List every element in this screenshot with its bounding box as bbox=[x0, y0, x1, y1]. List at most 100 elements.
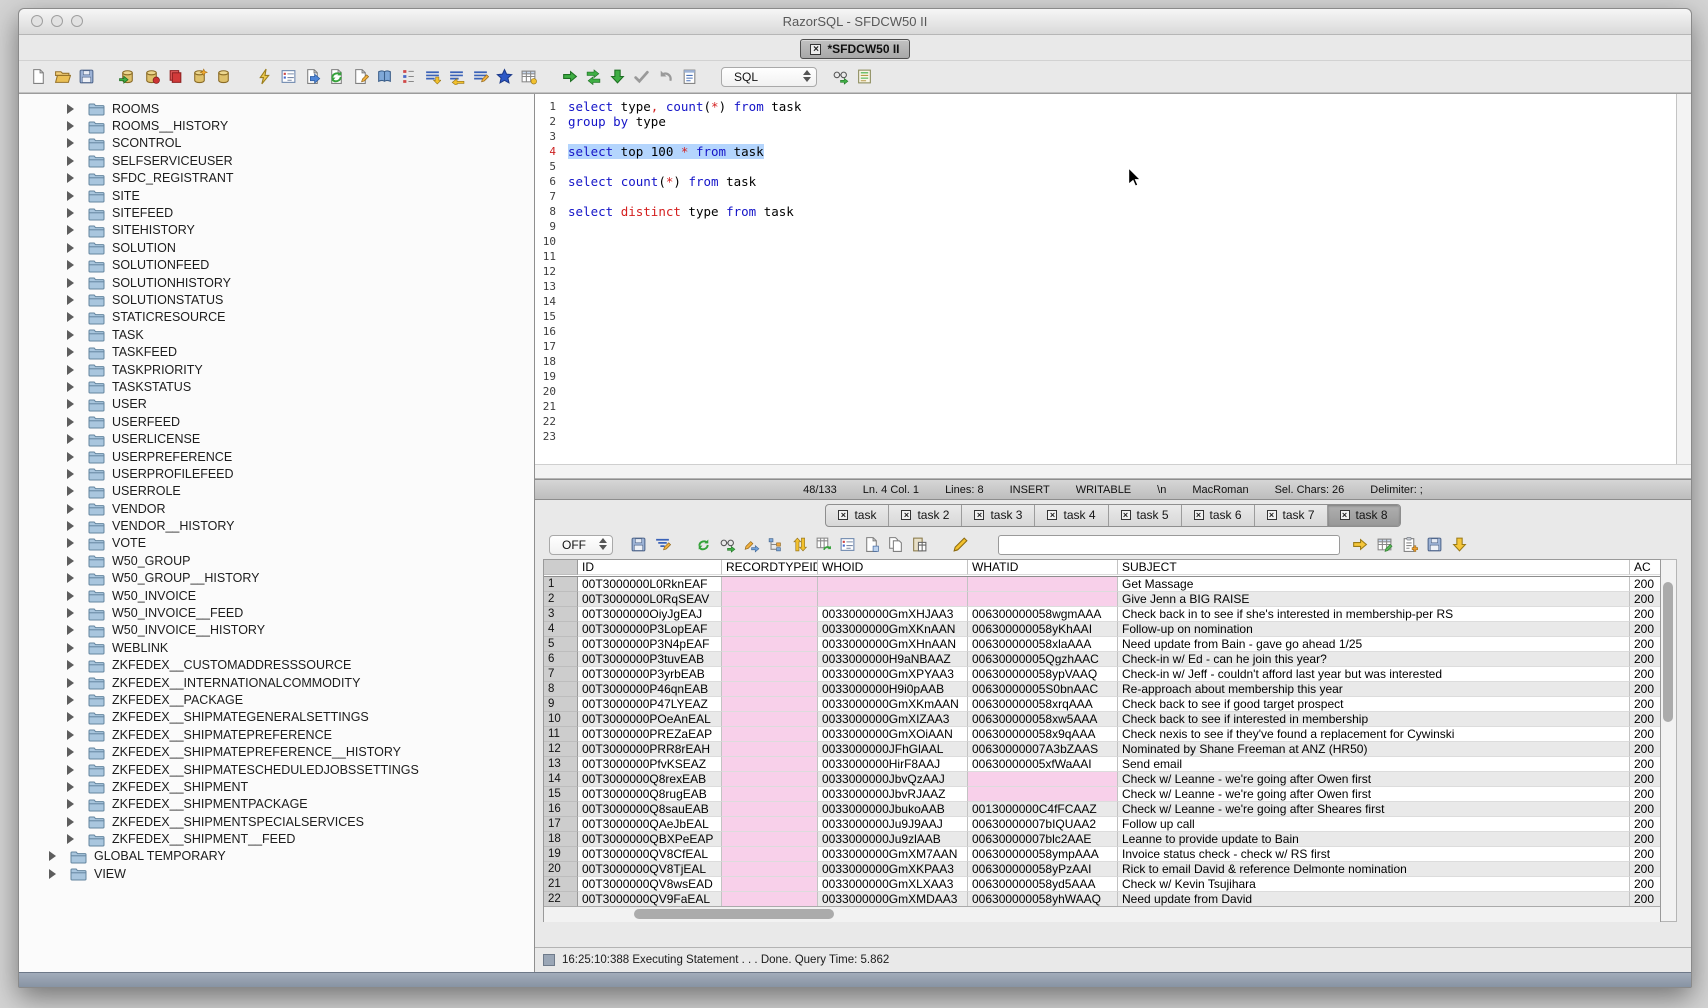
sync-arrows-icon[interactable] bbox=[584, 67, 603, 86]
table-cell[interactable] bbox=[722, 592, 818, 607]
table-cell[interactable]: 00T3000000Q8rexEAB bbox=[578, 772, 722, 787]
disclosure-triangle-icon[interactable] bbox=[67, 295, 81, 305]
table-cell[interactable]: 00T3000000PREZaEAP bbox=[578, 727, 722, 742]
table-cell[interactable]: 200 bbox=[1630, 712, 1660, 727]
undo-icon[interactable] bbox=[656, 67, 675, 86]
table-cell[interactable]: Check back to see if interested in membe… bbox=[1118, 712, 1630, 727]
column-header-subject[interactable]: SUBJECT bbox=[1118, 560, 1630, 575]
table-cell[interactable]: 200 bbox=[1630, 772, 1660, 787]
table-cell[interactable]: Check nexis to see if they've found a re… bbox=[1118, 727, 1630, 742]
disclosure-triangle-icon[interactable] bbox=[67, 138, 81, 148]
table-cell[interactable]: 0033000000GmXKmAAN bbox=[818, 697, 968, 712]
table-cell[interactable]: 200 bbox=[1630, 787, 1660, 802]
table-cell[interactable]: 006300000058yKhAAI bbox=[968, 622, 1118, 637]
go-forward-icon[interactable] bbox=[560, 67, 579, 86]
download-icon[interactable] bbox=[608, 67, 627, 86]
import-left-icon[interactable] bbox=[447, 67, 466, 86]
sql-mode-select[interactable]: SQL bbox=[721, 67, 817, 87]
table-cell[interactable]: 00T3000000POeAnEAL bbox=[578, 712, 722, 727]
close-window-icon[interactable] bbox=[31, 15, 43, 27]
table-cell[interactable] bbox=[722, 637, 818, 652]
table-cell[interactable]: 0033000000JFhGlAAL bbox=[818, 742, 968, 757]
table-cell[interactable]: Nominated by Shane Freeman at ANZ (HR50) bbox=[1118, 742, 1630, 757]
table-cell[interactable]: Need update from Bain - gave go ahead 1/… bbox=[1118, 637, 1630, 652]
table-cell[interactable] bbox=[722, 847, 818, 862]
table-cell[interactable] bbox=[722, 817, 818, 832]
connect-icon[interactable] bbox=[118, 67, 137, 86]
minimize-window-icon[interactable] bbox=[51, 15, 63, 27]
table-cell[interactable]: 00630000007blc2AAE bbox=[968, 832, 1118, 847]
table-cell[interactable]: Re-approach about membership this year bbox=[1118, 682, 1630, 697]
table-cell[interactable]: 0033000000GmXLXAA3 bbox=[818, 877, 968, 892]
table-cell[interactable]: 0033000000GmXKPAA3 bbox=[818, 862, 968, 877]
tab-close-icon[interactable]: × bbox=[838, 510, 848, 520]
table-cell[interactable]: Check w/ Leanne - we're going after Shea… bbox=[1118, 802, 1630, 817]
table-cell[interactable]: Follow-up on nomination bbox=[1118, 622, 1630, 637]
disclosure-triangle-icon[interactable] bbox=[67, 156, 81, 166]
download-arrow-icon[interactable] bbox=[1450, 535, 1469, 554]
table-cell[interactable]: 00T3000000QV8CfEAL bbox=[578, 847, 722, 862]
table-cell[interactable]: 200 bbox=[1630, 727, 1660, 742]
tree-item-user[interactable]: USER bbox=[19, 396, 534, 413]
table-cell[interactable] bbox=[722, 652, 818, 667]
disclosure-triangle-icon[interactable] bbox=[67, 225, 81, 235]
tree-item-userpreference[interactable]: USERPREFERENCE bbox=[19, 448, 534, 465]
code-line[interactable] bbox=[568, 354, 1691, 369]
code-line[interactable] bbox=[568, 414, 1691, 429]
column-header-ac[interactable]: AC bbox=[1630, 560, 1660, 575]
list-results-icon[interactable] bbox=[399, 67, 418, 86]
result-tab-task-6[interactable]: ×task 6 bbox=[1182, 505, 1255, 526]
tree-item-zkfedex-internationalcommodity[interactable]: ZKFEDEX__INTERNATIONALCOMMODITY bbox=[19, 674, 534, 691]
disclosure-triangle-icon[interactable] bbox=[67, 747, 81, 757]
table-cell[interactable]: 200 bbox=[1630, 802, 1660, 817]
table-cell[interactable] bbox=[722, 892, 818, 906]
table-cell[interactable]: 00T3000000QAeJbEAL bbox=[578, 817, 722, 832]
table-cell[interactable] bbox=[722, 862, 818, 877]
disclosure-triangle-icon[interactable] bbox=[67, 765, 81, 775]
table-cell[interactable]: 006300000058yd5AAA bbox=[968, 877, 1118, 892]
table-cell[interactable]: 200 bbox=[1630, 577, 1660, 592]
code-line[interactable] bbox=[568, 369, 1691, 384]
disclosure-triangle-icon[interactable] bbox=[67, 538, 81, 548]
table-cell[interactable]: Give Jenn a BIG RAISE bbox=[1118, 592, 1630, 607]
table-row[interactable]: 900T3000000P47LYEAZ0033000000GmXKmAAN006… bbox=[544, 697, 1660, 712]
tree-item-zkfedex-shipmatescheduledjobssettings[interactable]: ZKFEDEX__SHIPMATESCHEDULEDJOBSSETTINGS bbox=[19, 761, 534, 778]
preview-glasses-icon[interactable] bbox=[831, 67, 850, 86]
disclosure-triangle-icon[interactable] bbox=[67, 730, 81, 740]
table-cell[interactable]: 200 bbox=[1630, 817, 1660, 832]
code-line[interactable] bbox=[568, 339, 1691, 354]
disclosure-triangle-icon[interactable] bbox=[67, 260, 81, 270]
edit-arrow-icon[interactable] bbox=[742, 535, 761, 554]
form-view-icon[interactable] bbox=[838, 535, 857, 554]
results-search-input[interactable] bbox=[998, 535, 1340, 555]
table-cell[interactable]: Check-in w/ Jeff - couldn't afford last … bbox=[1118, 667, 1630, 682]
tree-item-solutionstatus[interactable]: SOLUTIONSTATUS bbox=[19, 291, 534, 308]
table-cell[interactable]: 006300000058yhWAAQ bbox=[968, 892, 1118, 906]
disclosure-triangle-icon[interactable] bbox=[67, 695, 81, 705]
sql-editor[interactable]: 1234567891011121314151617181920212223 se… bbox=[535, 94, 1691, 464]
table-cell[interactable]: 00T3000000P3tuvEAB bbox=[578, 652, 722, 667]
code-line[interactable]: select type, count(*) from task bbox=[568, 99, 1691, 114]
tree-item-view[interactable]: VIEW bbox=[19, 865, 534, 882]
table-cell[interactable]: 00T3000000P3N4pEAF bbox=[578, 637, 722, 652]
table-cell[interactable] bbox=[968, 787, 1118, 802]
table-cell[interactable]: 00T3000000P46qnEAB bbox=[578, 682, 722, 697]
table-cell[interactable] bbox=[968, 577, 1118, 592]
table-row[interactable]: 2000T3000000QV8TjEAL0033000000GmXKPAA300… bbox=[544, 862, 1660, 877]
code-line[interactable] bbox=[568, 324, 1691, 339]
editor-horizontal-scrollbar[interactable] bbox=[535, 464, 1691, 479]
table-cell[interactable]: Check-in w/ Ed - can he join this year? bbox=[1118, 652, 1630, 667]
result-tab-task-3[interactable]: ×task 3 bbox=[962, 505, 1035, 526]
result-tab-task-4[interactable]: ×task 4 bbox=[1035, 505, 1108, 526]
tree-item-vendor-history[interactable]: VENDOR__HISTORY bbox=[19, 517, 534, 534]
tree-item-vote[interactable]: VOTE bbox=[19, 535, 534, 552]
disclosure-triangle-icon[interactable] bbox=[67, 678, 81, 688]
query-builder-icon[interactable] bbox=[279, 67, 298, 86]
tree-item-solutionhistory[interactable]: SOLUTIONHISTORY bbox=[19, 274, 534, 291]
new-document-icon[interactable] bbox=[29, 67, 48, 86]
code-line[interactable]: select distinct type from task bbox=[568, 204, 1691, 219]
disclosure-triangle-icon[interactable] bbox=[67, 434, 81, 444]
table-row[interactable]: 500T3000000P3N4pEAF0033000000GmXHnAAN006… bbox=[544, 637, 1660, 652]
disclosure-triangle-icon[interactable] bbox=[67, 121, 81, 131]
table-cell[interactable] bbox=[722, 727, 818, 742]
